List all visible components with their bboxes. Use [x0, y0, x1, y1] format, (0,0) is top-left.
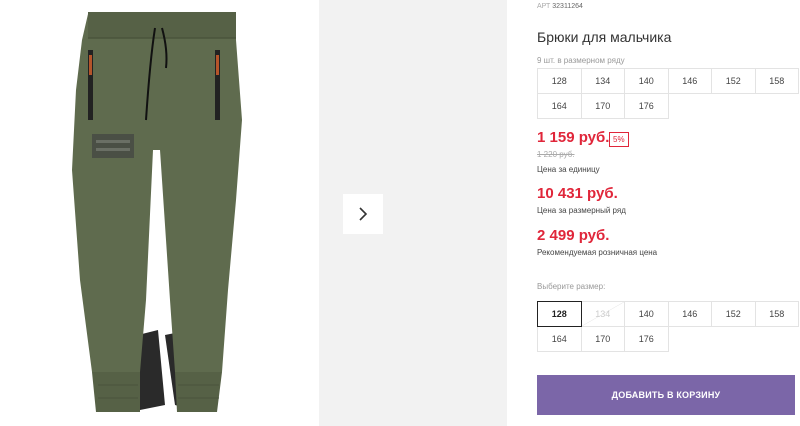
size-option[interactable]: 128 [537, 301, 582, 327]
unit-price-label: Цена за единицу [537, 165, 600, 174]
size-range-grid: 128 134 140 146 152 158 164 170 176 [537, 68, 800, 119]
size-range-cell: 134 [580, 68, 625, 94]
product-main-image[interactable] [0, 0, 310, 426]
old-price: 1 220 руб. [537, 150, 575, 159]
size-range-cell: 146 [667, 68, 712, 94]
gallery-next-button[interactable] [343, 194, 383, 234]
size-option[interactable]: 170 [580, 326, 625, 352]
size-range-cell: 140 [624, 68, 669, 94]
size-option-disabled: 134 [580, 301, 625, 327]
size-selector: 128 134 140 146 152 158 164 170 176 [537, 301, 800, 352]
size-range-cell: 128 [537, 68, 582, 94]
size-range-cell: 164 [537, 93, 582, 119]
size-count: 9 шт. в размерном ряду [537, 56, 625, 65]
size-option[interactable]: 140 [624, 301, 669, 327]
size-option[interactable]: 176 [624, 326, 669, 352]
retail-price: 2 499 руб. [537, 227, 610, 244]
size-option[interactable]: 152 [711, 301, 756, 327]
unit-price: 1 159 руб. [537, 129, 610, 146]
set-price-label: Цена за размерный ряд [537, 206, 626, 215]
retail-price-label: Рекомендуемая розничная цена [537, 248, 658, 257]
add-to-cart-button[interactable]: ДОБАВИТЬ В КОРЗИНУ [537, 375, 795, 415]
article-number: АРТ 32311264 [537, 3, 583, 10]
size-range-cell: 176 [624, 93, 669, 119]
set-price: 10 431 руб. [537, 185, 618, 202]
size-range-cell: 158 [754, 68, 799, 94]
size-range-cell: 170 [580, 93, 625, 119]
size-option[interactable]: 158 [754, 301, 799, 327]
product-title: Брюки для мальчика [537, 29, 672, 45]
size-option[interactable]: 164 [537, 326, 582, 352]
size-range-cell: 152 [711, 68, 756, 94]
discount-badge: 5% [609, 132, 629, 147]
chevron-right-icon [359, 207, 368, 221]
size-option[interactable]: 146 [667, 301, 712, 327]
choose-size-label: Выберите размер: [537, 282, 606, 291]
pants-illustration [72, 12, 242, 412]
